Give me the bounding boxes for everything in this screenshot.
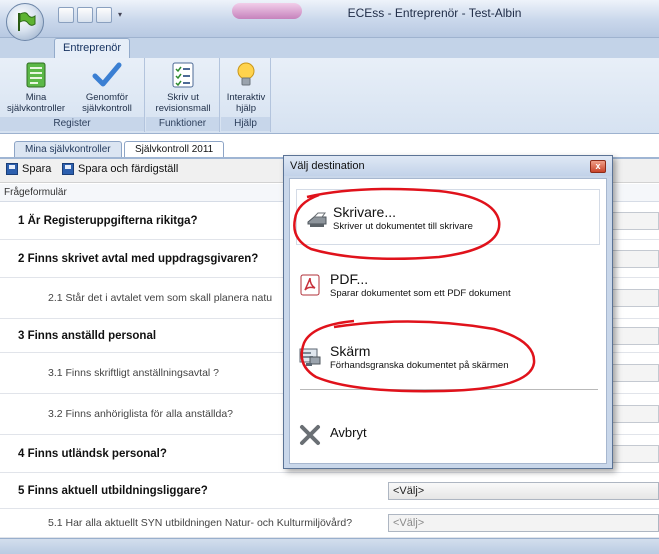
save-and-finish-button[interactable]: Spara och färdigställ — [62, 163, 178, 175]
pdf-icon — [300, 274, 320, 296]
pdf-option-title: PDF... — [330, 271, 369, 287]
answer-select-3-2[interactable] — [605, 405, 659, 423]
ribbon-group-register: Mina självkontroller Genomför självkontr… — [0, 58, 145, 132]
answer-select-5-1[interactable]: <Välj> — [388, 514, 659, 532]
my-self-checks-button[interactable]: Mina självkontroller — [2, 60, 70, 114]
question-text: 3.1 Finns skriftligt anställningsavtal ? — [48, 367, 219, 379]
lightbulb-icon — [237, 62, 255, 86]
question-row-5-1: 5.1 Har alla aktuellt SYN utbildningen N… — [0, 509, 659, 538]
answer-select-2-1[interactable] — [605, 289, 659, 307]
pdf-option[interactable]: PDF... Sparar dokumentet som ett PDF dok… — [296, 271, 600, 311]
ribbon-group-funktioner: Skriv ut revisionsmall Funktioner — [146, 58, 220, 132]
question-text: 3 Finns anställd personal — [18, 329, 157, 342]
save-label: Spara — [22, 163, 52, 175]
print-list-icon — [172, 62, 194, 88]
dialog-body: Skrivare... Skriver ut dokumentet till s… — [289, 178, 607, 464]
print-revision-label-1: Skriv ut — [167, 92, 199, 103]
perform-self-check-button[interactable]: Genomför självkontroll — [72, 60, 142, 114]
question-text: 4 Finns utländsk personal? — [18, 447, 167, 460]
title-bar: ▾ ECEss - Entreprenör - Test-Albin — [0, 0, 659, 41]
answer-select-1[interactable] — [605, 212, 659, 230]
question-text: 5.1 Har alla aktuellt SYN utbildningen N… — [48, 517, 353, 529]
question-text: 2.1 Står det i avtalet vem som skall pla… — [48, 292, 273, 304]
cancel-x-icon — [300, 425, 320, 445]
tab-entreprenor[interactable]: Entreprenör — [54, 38, 131, 58]
flag-icon — [18, 12, 36, 31]
my-self-checks-label-1: Mina — [25, 92, 47, 103]
tab-self-check-2011[interactable]: Självkontroll 2011 — [124, 141, 225, 158]
answer-select-3-1[interactable] — [605, 364, 659, 382]
screen-option-title: Skärm — [330, 343, 371, 359]
window-title: ECEss - Entreprenör - Test-Albin — [347, 6, 522, 20]
save-button[interactable]: Spara — [6, 163, 51, 175]
question-text: 2 Finns skrivet avtal med uppdragsgivare… — [18, 252, 259, 265]
save-finish-disk-icon — [62, 163, 74, 175]
printer-option-title: Skrivare... — [333, 204, 397, 220]
ribbon-group-label-register: Register — [0, 117, 144, 131]
customize-qat-chevron-icon[interactable]: ▾ — [115, 7, 125, 23]
dialog-title: Välj destination — [284, 156, 612, 176]
application-menu-button[interactable] — [6, 3, 44, 41]
print-preview-icon[interactable] — [77, 7, 93, 23]
print-revision-label-2: revisionsmall — [155, 103, 211, 114]
dialog-separator — [300, 389, 598, 390]
question-text: 5 Finns aktuell utbildningsliggare? — [18, 484, 208, 497]
interactive-help-label-2: hjälp — [235, 103, 257, 114]
quick-access-toolbar: ▾ — [58, 7, 125, 23]
question-text: 1 Är Registeruppgifterna rikitga? — [18, 215, 198, 227]
quick-print-icon[interactable] — [58, 7, 74, 23]
printer-icon — [307, 212, 327, 227]
status-bar — [0, 538, 659, 554]
list-icon — [26, 62, 46, 88]
cancel-option-title: Avbryt — [330, 425, 367, 440]
screen-option-description: Förhandsgranska dokumentet på skärmen — [330, 360, 509, 371]
interactive-help-label-1: Interaktiv — [226, 92, 266, 103]
save-disk-icon — [6, 163, 18, 175]
answer-select-2[interactable] — [605, 249, 659, 268]
ribbon-tab-strip: Entreprenör — [0, 38, 659, 58]
printer-option[interactable]: Skrivare... Skriver ut dokumentet till s… — [296, 189, 600, 245]
print-revision-template-button[interactable]: Skriv ut revisionsmall — [148, 60, 218, 114]
perform-self-check-label-1: Genomför — [85, 92, 129, 103]
pdf-option-description: Sparar dokumentet som ett PDF dokument — [330, 288, 511, 299]
screen-preview-icon — [299, 348, 321, 366]
ribbon: Mina självkontroller Genomför självkontr… — [0, 58, 659, 134]
destination-dialog: Välj destination x Skrivare... Skriver u… — [283, 155, 613, 469]
close-icon[interactable]: x — [590, 160, 606, 173]
printer-option-description: Skriver ut dokumentet till skrivare — [333, 221, 473, 232]
tab-my-self-checks[interactable]: Mina självkontroller — [14, 141, 122, 158]
ribbon-group-hjalp: Interaktiv hjälp Hjälp — [221, 58, 271, 132]
checkmark-icon — [92, 62, 122, 87]
perform-self-check-label-2: självkontroll — [82, 103, 132, 114]
ribbon-group-label-funktioner: Funktioner — [146, 117, 219, 131]
ribbon-group-label-hjalp: Hjälp — [221, 117, 270, 131]
answer-select-5[interactable]: <Välj> — [388, 481, 659, 500]
question-row-5: 5 Finns aktuell utbildningsliggare? <Väl… — [0, 473, 659, 509]
cancel-option[interactable]: Avbryt — [296, 421, 600, 449]
answer-select-4[interactable] — [605, 444, 659, 463]
question-text: 3.2 Finns anhöriglista för alla anställd… — [48, 408, 234, 420]
my-self-checks-label-2: självkontroller — [6, 103, 66, 114]
screen-option[interactable]: Skärm Förhandsgranska dokumentet på skär… — [296, 343, 600, 383]
answer-select-3[interactable] — [605, 326, 659, 345]
page-setup-icon[interactable] — [96, 7, 112, 23]
interactive-help-button[interactable]: Interaktiv hjälp — [222, 60, 270, 114]
save-finish-label: Spara och färdigställ — [78, 163, 179, 175]
